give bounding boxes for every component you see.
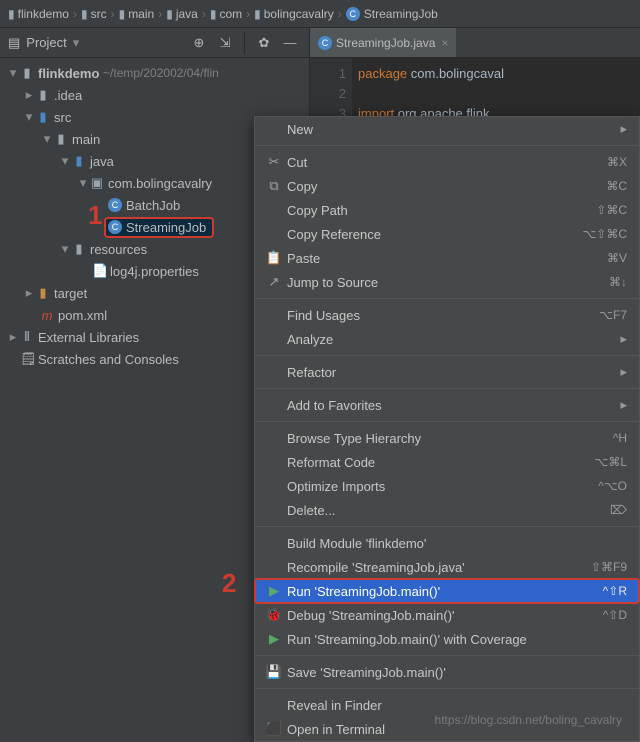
class-icon: C bbox=[108, 198, 122, 212]
tree-batchjob[interactable]: BatchJob bbox=[126, 198, 180, 213]
menu-paste[interactable]: 📋Paste⌘V bbox=[255, 246, 639, 270]
tab-streamingjob[interactable]: C StreamingJob.java × bbox=[310, 28, 456, 57]
class-icon: C bbox=[318, 36, 332, 50]
menu-type-hierarchy[interactable]: Browse Type Hierarchy^H bbox=[255, 426, 639, 450]
crumb-pkg[interactable]: bolingcavalry bbox=[264, 7, 334, 21]
gear-icon[interactable]: ✿ bbox=[253, 32, 275, 54]
close-icon[interactable]: × bbox=[441, 36, 448, 50]
crumb-file[interactable]: StreamingJob bbox=[364, 7, 438, 21]
tree-root-path: ~/temp/202002/04/flin bbox=[103, 66, 219, 80]
collapse-icon[interactable]: ⇲ bbox=[214, 32, 236, 54]
menu-new[interactable]: New▸ bbox=[255, 117, 639, 141]
project-tool-label[interactable]: Project bbox=[26, 35, 66, 50]
paste-icon: 📋 bbox=[265, 250, 283, 266]
debug-icon: 🐞 bbox=[265, 607, 283, 623]
crumb-java[interactable]: java bbox=[176, 7, 198, 21]
menu-copy[interactable]: ⧉Copy⌘C bbox=[255, 174, 639, 198]
annotation-1: 1 bbox=[88, 200, 102, 231]
tree-log4j[interactable]: log4j.properties bbox=[110, 264, 199, 279]
menu-cut[interactable]: ✂Cut⌘X bbox=[255, 150, 639, 174]
project-tool-icon: ▤ bbox=[8, 35, 20, 51]
scissors-icon: ✂ bbox=[265, 154, 283, 170]
copy-icon: ⧉ bbox=[265, 178, 283, 194]
menu-analyze[interactable]: Analyze▸ bbox=[255, 327, 639, 351]
menu-run-coverage[interactable]: ▶Run 'StreamingJob.main()' with Coverage bbox=[255, 627, 639, 651]
context-menu: New▸ ✂Cut⌘X ⧉Copy⌘C Copy Path⇧⌘C Copy Re… bbox=[254, 116, 640, 742]
crumb-main[interactable]: main bbox=[128, 7, 154, 21]
menu-delete[interactable]: Delete...⌦ bbox=[255, 498, 639, 522]
dropdown-icon[interactable]: ▾ bbox=[73, 35, 80, 51]
tree-external-libs[interactable]: External Libraries bbox=[38, 330, 139, 345]
menu-run[interactable]: ▶Run 'StreamingJob.main()'^⇧R bbox=[255, 579, 639, 603]
menu-reformat[interactable]: Reformat Code⌥⌘L bbox=[255, 450, 639, 474]
tree-target[interactable]: target bbox=[54, 286, 87, 301]
project-tool-header: ▤ Project ▾ ⊕ ⇲ ✿ — bbox=[0, 28, 310, 58]
crumb-root[interactable]: flinkdemo bbox=[18, 7, 69, 21]
menu-favorites[interactable]: Add to Favorites▸ bbox=[255, 393, 639, 417]
editor-tabs: C StreamingJob.java × bbox=[310, 28, 640, 58]
class-icon: C bbox=[108, 220, 122, 234]
tree-root[interactable]: flinkdemo bbox=[38, 66, 99, 81]
coverage-icon: ▶ bbox=[265, 631, 283, 647]
menu-save-config[interactable]: 💾Save 'StreamingJob.main()' bbox=[255, 660, 639, 684]
crumb-com[interactable]: com bbox=[219, 7, 242, 21]
save-icon: 💾 bbox=[265, 664, 283, 680]
class-icon: C bbox=[346, 7, 360, 21]
annotation-2: 2 bbox=[222, 568, 236, 599]
tree-main[interactable]: main bbox=[72, 132, 100, 147]
menu-optimize[interactable]: Optimize Imports^⌥O bbox=[255, 474, 639, 498]
gutter: 123 bbox=[310, 58, 352, 124]
menu-copy-path[interactable]: Copy Path⇧⌘C bbox=[255, 198, 639, 222]
tree-streamingjob-selected[interactable]: CStreamingJob bbox=[104, 217, 214, 238]
run-icon: ▶ bbox=[265, 583, 283, 599]
breadcrumb: ▮ flinkdemo › ▮src › ▮main › ▮java › ▮co… bbox=[0, 0, 640, 28]
menu-refactor[interactable]: Refactor▸ bbox=[255, 360, 639, 384]
folder-icon: ▮ bbox=[8, 7, 15, 21]
menu-build-module[interactable]: Build Module 'flinkdemo' bbox=[255, 531, 639, 555]
crumb-src[interactable]: src bbox=[91, 7, 107, 21]
watermark: https://blog.csdn.net/boling_cavalry bbox=[435, 713, 622, 727]
tree-java[interactable]: java bbox=[90, 154, 114, 169]
menu-debug[interactable]: 🐞Debug 'StreamingJob.main()'^⇧D bbox=[255, 603, 639, 627]
menu-jump[interactable]: ↗Jump to Source⌘↓ bbox=[255, 270, 639, 294]
jump-icon: ↗ bbox=[265, 274, 283, 290]
menu-find-usages[interactable]: Find Usages⌥F7 bbox=[255, 303, 639, 327]
locate-icon[interactable]: ⊕ bbox=[188, 32, 210, 54]
tree-package[interactable]: com.bolingcavalry bbox=[108, 176, 212, 191]
hide-icon[interactable]: — bbox=[279, 32, 301, 54]
tab-label: StreamingJob.java bbox=[336, 36, 435, 50]
menu-copy-ref[interactable]: Copy Reference⌥⇧⌘C bbox=[255, 222, 639, 246]
tree-pom[interactable]: pom.xml bbox=[58, 308, 107, 323]
code: package com.bolingcaval import org.apach… bbox=[358, 64, 504, 124]
tree-src[interactable]: src bbox=[54, 110, 71, 125]
tree-idea[interactable]: .idea bbox=[54, 88, 82, 103]
tree-scratches[interactable]: Scratches and Consoles bbox=[38, 352, 179, 367]
tree-resources[interactable]: resources bbox=[90, 242, 147, 257]
menu-recompile[interactable]: Recompile 'StreamingJob.java'⇧⌘F9 bbox=[255, 555, 639, 579]
